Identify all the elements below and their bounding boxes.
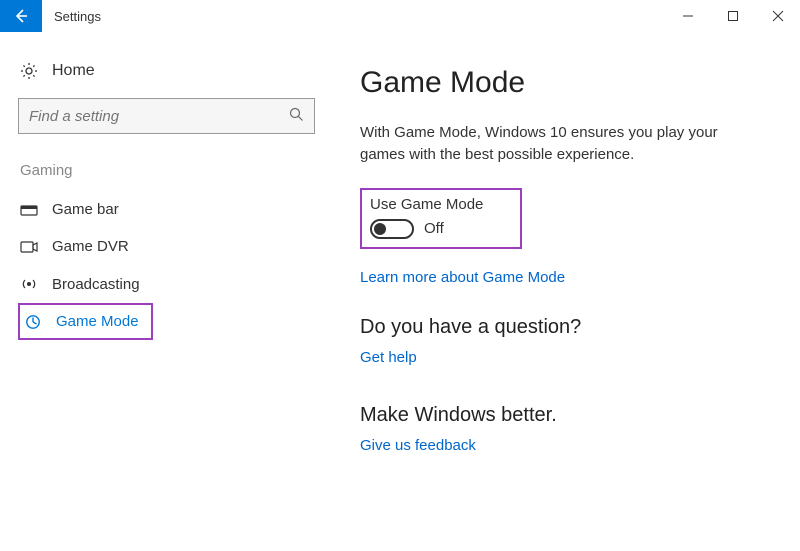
window-controls bbox=[665, 0, 800, 32]
sidebar-item-game-dvr[interactable]: Game DVR bbox=[18, 228, 312, 265]
sidebar-item-game-mode[interactable]: Game Mode bbox=[18, 303, 153, 340]
minimize-button[interactable] bbox=[665, 0, 710, 32]
broadcasting-icon bbox=[20, 275, 38, 293]
better-heading: Make Windows better. bbox=[360, 404, 760, 427]
content: Home Gaming Game bar Game DVR Broa bbox=[0, 32, 800, 551]
toggle-state: Off bbox=[424, 220, 444, 237]
maximize-icon bbox=[727, 10, 739, 22]
sidebar-item-label: Game DVR bbox=[52, 238, 129, 255]
page-heading: Game Mode bbox=[360, 66, 760, 100]
sidebar-item-broadcasting[interactable]: Broadcasting bbox=[18, 265, 312, 303]
sidebar-item-label: Game bar bbox=[52, 201, 119, 218]
game-dvr-icon bbox=[20, 240, 38, 254]
feedback-link[interactable]: Give us feedback bbox=[360, 437, 476, 454]
sidebar-item-game-bar[interactable]: Game bar bbox=[18, 191, 312, 228]
toggle-label: Use Game Mode bbox=[370, 196, 512, 213]
game-mode-toggle-block: Use Game Mode Off bbox=[360, 188, 522, 249]
close-button[interactable] bbox=[755, 0, 800, 32]
sidebar-item-label: Game Mode bbox=[56, 313, 139, 330]
app-title: Settings bbox=[54, 9, 101, 24]
question-heading: Do you have a question? bbox=[360, 316, 760, 339]
toggle-knob bbox=[374, 223, 386, 235]
sidebar-item-label: Broadcasting bbox=[52, 276, 140, 293]
page-description: With Game Mode, Windows 10 ensures you p… bbox=[360, 122, 755, 166]
game-bar-icon bbox=[20, 203, 38, 217]
titlebar: Settings bbox=[0, 0, 800, 32]
minimize-icon bbox=[682, 10, 694, 22]
game-mode-toggle[interactable] bbox=[370, 219, 414, 239]
learn-more-link[interactable]: Learn more about Game Mode bbox=[360, 269, 565, 286]
home-label: Home bbox=[52, 62, 95, 80]
section-label: Gaming bbox=[18, 162, 312, 179]
game-mode-icon bbox=[24, 314, 42, 330]
sidebar: Home Gaming Game bar Game DVR Broa bbox=[0, 32, 330, 551]
main-panel: Game Mode With Game Mode, Windows 10 ens… bbox=[330, 32, 800, 551]
close-icon bbox=[772, 10, 784, 22]
get-help-link[interactable]: Get help bbox=[360, 349, 417, 366]
back-button[interactable] bbox=[0, 0, 42, 32]
search-box[interactable] bbox=[18, 98, 315, 134]
toggle-row: Off bbox=[370, 219, 512, 239]
gear-icon bbox=[20, 62, 38, 80]
search-input[interactable] bbox=[29, 108, 289, 125]
arrow-left-icon bbox=[13, 8, 29, 24]
maximize-button[interactable] bbox=[710, 0, 755, 32]
sidebar-home[interactable]: Home bbox=[18, 56, 312, 98]
search-icon bbox=[289, 107, 304, 125]
